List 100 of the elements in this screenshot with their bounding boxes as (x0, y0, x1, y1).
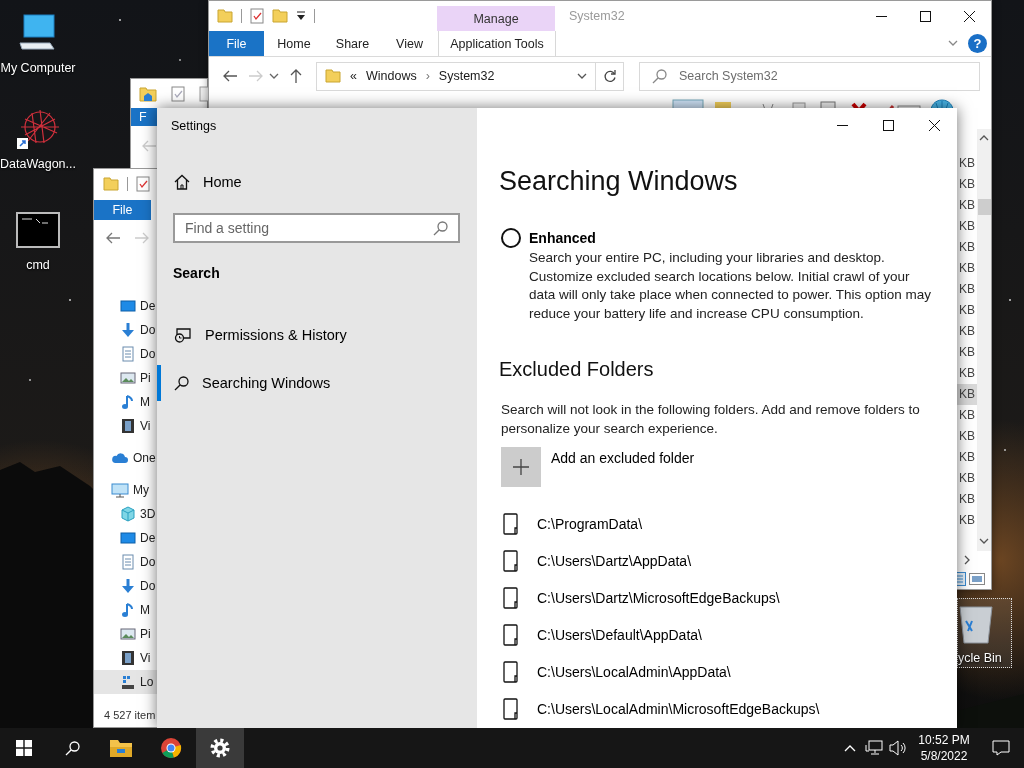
excluded-folder-item[interactable]: C:\ProgramData\ (499, 505, 820, 542)
refresh-button[interactable] (596, 61, 624, 91)
file-size: KB (955, 384, 977, 405)
excluded-folder-item[interactable]: C:\Users\Default\AppData\ (499, 616, 820, 653)
option-label[interactable]: Enhanced (529, 230, 596, 246)
nav-item[interactable]: De (94, 526, 157, 550)
excluded-folder-item[interactable]: C:\Users\LocalAdmin\AppData\ (499, 653, 820, 690)
up-arrow-icon[interactable] (289, 68, 303, 84)
excluded-folder-item[interactable]: C:\Users\Dartz\AppData\ (499, 542, 820, 579)
checklist-icon (136, 175, 150, 192)
scrollbar[interactable] (977, 129, 991, 551)
back-icon[interactable] (105, 230, 121, 246)
nav-item[interactable]: Do (94, 574, 157, 598)
folder-icon (503, 623, 519, 646)
recent-icon[interactable] (269, 72, 279, 80)
browser-icon (160, 737, 182, 759)
close-icon (963, 10, 975, 22)
radio-button[interactable] (501, 228, 521, 248)
windows-logo-icon (16, 740, 32, 756)
file-tab[interactable]: File (94, 200, 151, 220)
settings-nav-item[interactable]: Permissions & History (157, 317, 477, 353)
nav-item[interactable]: Do (94, 318, 157, 342)
scrollbar-thumb[interactable] (977, 199, 991, 215)
chevron-down-icon[interactable] (979, 538, 989, 545)
nav-item[interactable]: M (94, 598, 157, 622)
file-size: KB (958, 218, 976, 235)
settings-nav-item[interactable]: Searching Windows (157, 365, 477, 401)
desktop-shortcut[interactable]: cmd (0, 205, 76, 275)
file-tab[interactable]: File (209, 31, 264, 56)
add-folder-label[interactable]: Add an excluded folder (551, 450, 695, 466)
desktop-icon (120, 298, 136, 314)
nav-item[interactable]: Pi (94, 622, 157, 646)
help-button[interactable]: ? (968, 34, 987, 53)
excluded-folder-item[interactable]: C:\Users\LocalAdmin\MicrosoftEdgeBackups\ (499, 690, 820, 727)
context-tab-header: Manage (437, 6, 555, 31)
chevron-right-icon[interactable] (964, 555, 971, 565)
settings-icon (209, 737, 231, 759)
search-field[interactable]: Find a setting (173, 213, 460, 243)
film-icon (120, 418, 136, 434)
nav-item[interactable]: Lo (94, 670, 157, 694)
window-title: Settings (170, 118, 218, 135)
back-icon[interactable] (222, 68, 238, 84)
clock[interactable]: 10:52 PM 5/8/2022 (910, 728, 978, 768)
nav-item[interactable]: Vi (94, 646, 157, 670)
file-size: KB (958, 449, 976, 466)
section-description: Search will not look in the following folders. Add and remove folders to personalize your search experience. (501, 401, 921, 438)
file-size: KB (958, 155, 976, 172)
dropdown-icon[interactable] (296, 10, 306, 22)
maximize-icon (919, 10, 931, 22)
excluded-folder-item[interactable]: C:\Users\Dartz\MicrosoftEdgeBackups\ (499, 579, 820, 616)
document-icon (120, 346, 136, 362)
film-icon (120, 650, 136, 666)
file-size: KB (958, 239, 976, 256)
ribbon-tab[interactable]: Share (324, 31, 381, 56)
desktop-shortcut[interactable]: ycle Bin (957, 598, 1012, 668)
folder-icon (503, 697, 519, 720)
nav-item[interactable]: One (94, 446, 157, 470)
breadcrumb-overflow[interactable]: « (350, 69, 357, 83)
file-size: KB (958, 323, 976, 340)
search-icon (652, 68, 667, 84)
breadcrumb[interactable]: Windows (365, 69, 417, 83)
volume-icon[interactable] (889, 740, 907, 756)
breadcrumb[interactable]: System32 (438, 69, 495, 83)
nav-item[interactable]: De (94, 294, 157, 318)
folder-icon (503, 549, 519, 572)
nav-item[interactable]: Vi (94, 414, 157, 438)
search-field[interactable]: Search System32 (639, 61, 980, 91)
ribbon-tab[interactable]: View (381, 31, 438, 56)
file-tab[interactable]: F (131, 108, 158, 126)
breadcrumb-separator: › (425, 69, 430, 83)
starburst-icon (16, 107, 60, 151)
address-bar[interactable]: « Windows › System32 (316, 61, 596, 91)
folder-icon (217, 9, 233, 23)
ribbon-tab[interactable]: Home (264, 31, 324, 56)
music-note-icon (120, 602, 136, 618)
home-link[interactable]: Home (157, 164, 477, 200)
nav-item[interactable]: Do (94, 342, 157, 366)
nav-item[interactable]: 3D (94, 502, 157, 526)
desktop-shortcut[interactable]: My Computer (0, 8, 76, 78)
option-description: Search your entire PC, including your libraries and desktop. Customize excluded search locations below. Initial crawl of your data will only take place when connected to power. This option may reduce your battery life and increase CPU consumption. (529, 249, 932, 323)
chevron-up-icon[interactable] (979, 134, 989, 141)
nav-item[interactable]: Pi (94, 366, 157, 390)
notification-icon[interactable] (992, 740, 1010, 756)
collapse-ribbon-icon[interactable] (948, 40, 958, 47)
nav-item[interactable]: M (94, 390, 157, 414)
file-size: KB (958, 176, 976, 193)
folder-icon (503, 512, 519, 535)
desktop-shortcut[interactable]: DataWagon... (0, 104, 76, 174)
checklist-icon (171, 85, 185, 102)
address-dropdown-icon[interactable] (577, 72, 587, 80)
large-icons-view-icon[interactable] (969, 573, 985, 585)
refresh-icon[interactable] (602, 69, 617, 83)
nav-item[interactable]: Do (94, 550, 157, 574)
download-icon (120, 578, 136, 594)
drive-icon (120, 674, 136, 690)
network-icon[interactable] (865, 740, 883, 756)
taskbar-app[interactable] (196, 728, 244, 768)
add-button[interactable] (501, 447, 541, 487)
page-heading: Searching Windows (499, 165, 738, 198)
nav-item[interactable]: My (94, 478, 157, 502)
